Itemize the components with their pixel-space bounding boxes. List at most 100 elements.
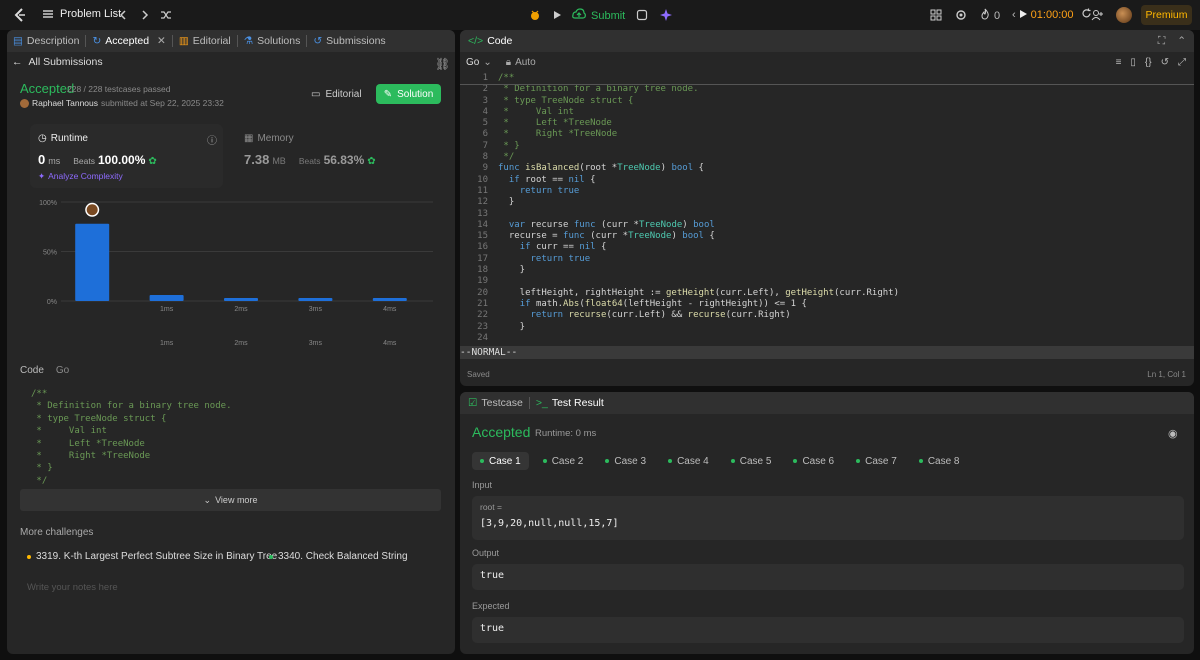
clock-icon: ◷ <box>38 133 47 144</box>
timer-play-icon[interactable] <box>1019 9 1028 22</box>
code-line[interactable]: 10 if root == nil { <box>460 175 1194 186</box>
author-avatar <box>20 98 29 108</box>
timer-reset-icon[interactable] <box>1081 8 1092 22</box>
notes-input[interactable]: Write your notes here <box>27 582 118 593</box>
code-line[interactable]: 2 * Definition for a binary tree node. <box>460 84 1194 95</box>
x-axis-label: 4ms <box>383 340 397 347</box>
tab-submissions[interactable]: ↺ Submissions <box>307 30 391 52</box>
submit-button[interactable]: Submit <box>572 8 625 23</box>
code-line[interactable]: 3 * type TreeNode struct { <box>460 96 1194 107</box>
code-line[interactable]: 19 <box>460 276 1194 287</box>
shuffle-icon[interactable] <box>160 9 172 21</box>
challenge-item[interactable]: 3319. K-th Largest Perfect Subtree Size … <box>27 551 277 562</box>
bookmark-icon[interactable]: ▯ <box>1130 57 1136 68</box>
code-line[interactable]: 14 var recurse func (curr *TreeNode) boo… <box>460 220 1194 231</box>
previous-problem-icon[interactable] <box>118 9 128 21</box>
tab-testcase[interactable]: ☑ Testcase <box>460 392 529 414</box>
output-box: true <box>472 564 1184 590</box>
debug-icon[interactable] <box>529 9 541 21</box>
editor-window-controls: ⛶ ⌃ <box>1158 35 1186 48</box>
x-axis-label: 1ms <box>160 340 174 347</box>
close-tab-icon[interactable]: ✕ <box>157 35 166 47</box>
share-link-icon[interactable]: ⛓ <box>435 57 450 71</box>
editorial-button[interactable]: ▭ Editorial <box>311 84 362 104</box>
case-tab-3[interactable]: Case 3 <box>597 452 654 470</box>
language-select[interactable]: Go ⌄ <box>466 57 492 68</box>
code-line[interactable]: 7 * } <box>460 141 1194 152</box>
code-line[interactable]: 17 return true <box>460 254 1194 265</box>
layout-icon[interactable] <box>930 9 942 21</box>
runtime-card[interactable]: ◷ Runtime ⓘ 0 ms Beats 100.00% ✿ ✦ Analy… <box>30 124 223 188</box>
fullscreen-icon[interactable]: ⤢ <box>1178 57 1186 68</box>
braces-icon[interactable]: {} <box>1145 57 1152 68</box>
case-tab-2[interactable]: Case 2 <box>535 452 592 470</box>
code-line[interactable]: 4 * Val int <box>460 107 1194 118</box>
chevron-left-icon[interactable]: ‹ <box>1012 9 1016 21</box>
format-icon[interactable]: ≡ <box>1116 57 1122 68</box>
eye-icon[interactable]: ◉ <box>1168 427 1178 440</box>
ai-sparkle-icon[interactable] <box>659 8 673 22</box>
maximize-icon[interactable]: ⛶ <box>1158 35 1165 48</box>
tab-test-result[interactable]: >_ Test Result <box>530 392 610 414</box>
code-line[interactable]: 20 leftHeight, rightHeight := getHeight(… <box>460 288 1194 299</box>
case-tab-5[interactable]: Case 5 <box>723 452 780 470</box>
tab-description[interactable]: ▤ Description <box>7 30 85 52</box>
case-tab-4[interactable]: Case 4 <box>660 452 717 470</box>
next-problem-icon[interactable] <box>140 9 150 21</box>
case-tab-6[interactable]: Case 6 <box>785 452 842 470</box>
code-line[interactable]: 12 } <box>460 197 1194 208</box>
tab-accepted[interactable]: ↻ Accepted ✕ <box>86 30 171 52</box>
challenge-item[interactable]: 3340. Check Balanced String <box>269 551 408 562</box>
code-text: func isBalanced(root *TreeNode) bool { <box>498 163 704 174</box>
run-icon[interactable] <box>551 9 563 21</box>
leetcode-logo[interactable] <box>12 7 28 23</box>
streak-counter[interactable]: 0 <box>980 8 1000 23</box>
view-more-button[interactable]: ⌄ View more <box>20 489 441 511</box>
terminal-icon: >_ <box>535 397 548 409</box>
timer-control[interactable]: ‹ 01:00:00 <box>1012 8 1092 22</box>
code-editor-area[interactable]: 1/** 2 * Definition for a binary tree nod… <box>460 73 1194 345</box>
line-number: 22 <box>477 310 488 321</box>
case-tab-1[interactable]: Case 1 <box>472 452 529 470</box>
code-line[interactable]: 8 */ <box>460 152 1194 163</box>
code-line[interactable]: 23 } <box>460 322 1194 333</box>
expected-label: Expected <box>472 601 510 611</box>
code-line[interactable]: 24 <box>460 333 1194 344</box>
settings-gear-icon[interactable] <box>955 9 967 21</box>
collapse-icon[interactable]: ⌃ <box>1177 35 1186 48</box>
code-line[interactable]: 16 if curr == nil { <box>460 242 1194 253</box>
premium-button[interactable]: Premium <box>1141 5 1192 25</box>
tab-submissions-label: Submissions <box>326 35 386 47</box>
tab-solutions[interactable]: ⚗ Solutions <box>238 30 307 52</box>
author-name[interactable]: Raphael Tannous <box>32 98 98 108</box>
code-line[interactable]: 6 * Right *TreeNode <box>460 129 1194 140</box>
info-icon[interactable]: ⓘ <box>207 132 217 147</box>
user-avatar[interactable] <box>1116 7 1132 23</box>
all-submissions-link[interactable]: ← All Submissions <box>12 56 103 68</box>
line-number: 12 <box>477 197 488 208</box>
case-tab-7[interactable]: Case 7 <box>848 452 905 470</box>
notes-icon[interactable] <box>636 9 648 21</box>
code-line[interactable]: 21 if math.Abs(float64(leftHeight - righ… <box>460 299 1194 310</box>
code-line[interactable]: 22 return recurse(curr.Left) && recurse(… <box>460 310 1194 321</box>
code-line[interactable]: 5 * Left *TreeNode <box>460 118 1194 129</box>
case-tab-8[interactable]: Case 8 <box>911 452 968 470</box>
expected-box: true <box>472 617 1184 643</box>
add-friend-icon[interactable] <box>1091 9 1104 21</box>
code-line[interactable]: 15 recurse = func (curr *TreeNode) bool … <box>460 231 1194 242</box>
code-line[interactable]: 1 /** <box>460 73 1194 86</box>
difficulty-dot <box>27 554 31 559</box>
code-line[interactable]: 11 return true <box>460 186 1194 197</box>
code-line[interactable]: 13 <box>460 209 1194 220</box>
tab-editorial[interactable]: ▥ Editorial <box>173 30 237 52</box>
auto-mode[interactable]: 🔒︎ Auto <box>506 57 536 68</box>
analyze-complexity-link[interactable]: ✦ Analyze Complexity <box>38 171 123 182</box>
reset-code-icon[interactable]: ↺ <box>1161 57 1169 68</box>
memory-card[interactable]: ▦ Memory 7.38 MB Beats 56.83% ✿ <box>237 124 430 188</box>
code-line[interactable]: 18 } <box>460 265 1194 276</box>
code-line[interactable]: 9 func isBalanced(root *TreeNode) bool { <box>460 163 1194 174</box>
line-number: 2 <box>482 84 488 95</box>
code-label: Code <box>20 365 44 376</box>
problem-list-button[interactable]: Problem List <box>42 8 121 20</box>
solution-button[interactable]: ✎ Solution <box>376 84 441 104</box>
